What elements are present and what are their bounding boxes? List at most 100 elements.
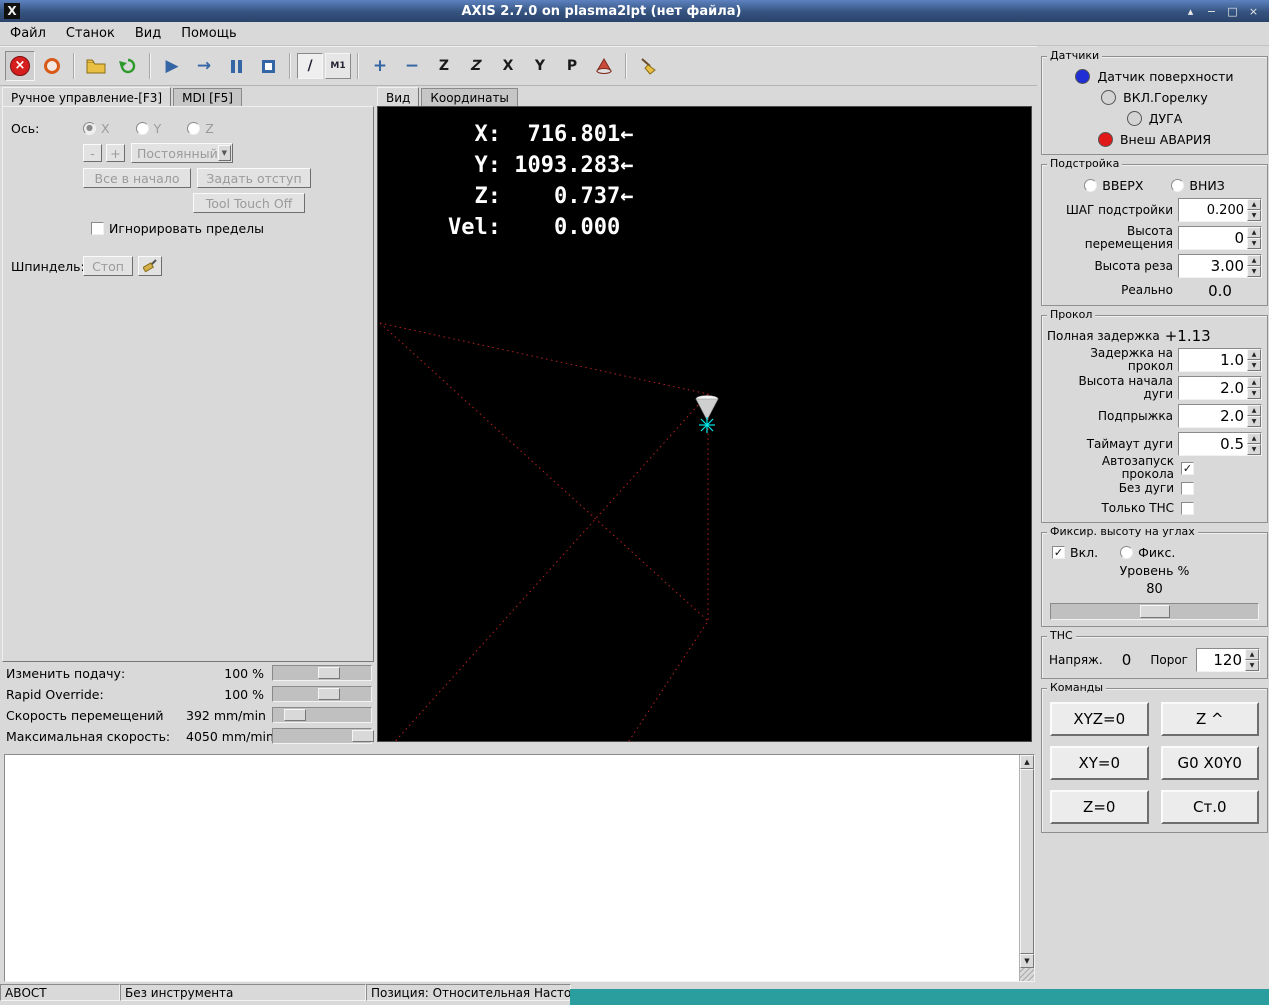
menu-view[interactable]: Вид [135,26,161,41]
axis-y-radio[interactable] [135,121,149,135]
slider-handle[interactable] [317,667,340,679]
menu-file[interactable]: Файл [10,26,46,41]
slider-handle[interactable] [283,709,306,721]
stop-button[interactable] [253,51,283,81]
touch-off-button[interactable]: Задать отступ [197,168,311,188]
view-perspective-button[interactable]: P [557,51,587,81]
auto-pierce-checkbox[interactable]: ✓ [1181,461,1194,475]
spin-down-icon[interactable]: ▼ [1247,360,1261,371]
feed-override-slider[interactable] [272,665,372,681]
estop-button[interactable]: × [5,51,35,81]
spin-down-icon[interactable]: ▼ [1245,660,1259,671]
spin-up-icon[interactable]: ▲ [1245,649,1259,660]
spin-up-icon[interactable]: ▲ [1247,433,1261,444]
arc-timeout-spinbox[interactable]: 0.5 ▲ ▼ [1178,432,1262,456]
slider-handle[interactable] [1139,605,1170,618]
menu-machine[interactable]: Станок [66,26,115,41]
xy-zero-button[interactable]: XY=0 [1050,746,1149,780]
jog-minus-button[interactable]: - [83,144,102,162]
tab-dro[interactable]: Координаты [421,88,518,106]
top-view-icon: Z [438,58,450,74]
rotate-view-button[interactable] [589,51,619,81]
corner-level-slider[interactable] [1050,603,1259,620]
spin-up-icon[interactable]: ▲ [1247,377,1261,388]
tool-touch-off-button[interactable]: Tool Touch Off [193,193,305,213]
slider-handle[interactable] [352,730,375,742]
max-velocity-slider[interactable] [272,728,375,744]
spin-down-icon[interactable]: ▼ [1247,416,1261,427]
z-zero-button[interactable]: Z=0 [1050,790,1149,824]
run-step-button[interactable]: → [189,51,219,81]
view-side-button[interactable]: X [493,51,523,81]
z-up-button[interactable]: Z ^ [1160,702,1259,736]
adjust-down-radio[interactable] [1171,178,1185,192]
tab-preview[interactable]: Вид [377,87,420,106]
station-zero-button[interactable]: Ст.0 [1160,790,1259,824]
spin-up-icon[interactable]: ▲ [1247,255,1261,266]
travel-height-spinbox[interactable]: 0 ▲ ▼ [1178,226,1262,250]
open-file-button[interactable] [81,51,111,81]
jog-plus-button[interactable]: + [106,144,125,162]
spindle-brush-button[interactable] [138,256,162,276]
clear-plot-button[interactable] [633,51,663,81]
rapid-override-slider[interactable] [272,686,372,702]
spin-down-icon[interactable]: ▼ [1247,238,1261,249]
scroll-down-icon[interactable]: ▼ [1020,954,1034,968]
xyz-zero-button[interactable]: XYZ=0 [1050,702,1149,736]
jump-height-spinbox[interactable]: 2.0 ▲ ▼ [1178,404,1262,428]
spin-up-icon[interactable]: ▲ [1247,199,1261,210]
menu-help[interactable]: Помощь [181,26,236,41]
corner-enable-checkbox[interactable]: ✓ [1052,546,1065,559]
spin-up-icon[interactable]: ▲ [1247,227,1261,238]
reload-file-button[interactable] [113,51,143,81]
titlebar[interactable]: X AXIS 2.7.0 on plasma2lpt (нет файла) ▴… [0,0,1269,22]
cut-height-spinbox[interactable]: 3.00 ▲ ▼ [1178,254,1262,278]
view-front-button[interactable]: Y [525,51,555,81]
arc-start-height-spinbox[interactable]: 2.0 ▲ ▼ [1178,376,1262,400]
skip-lines-toggle[interactable]: / [297,53,323,79]
zoom-out-button[interactable]: − [397,51,427,81]
spin-up-icon[interactable]: ▲ [1247,405,1261,416]
home-all-button[interactable]: Все в начало [83,168,191,188]
run-button[interactable]: ▶ [157,51,187,81]
thc-only-checkbox[interactable] [1181,501,1194,515]
g0-x0y0-button[interactable]: G0 X0Y0 [1160,746,1259,780]
view-top-button[interactable]: Z [429,51,459,81]
resize-grip-icon[interactable] [1020,968,1034,981]
no-arc-checkbox[interactable] [1181,481,1194,495]
corner-fix-radio[interactable] [1120,546,1134,559]
ignore-limits-checkbox[interactable] [91,221,104,235]
scrollbar-thumb[interactable] [1020,769,1034,954]
view-rotated-top-button[interactable]: Z [461,51,491,81]
spin-down-icon[interactable]: ▼ [1247,210,1261,221]
optional-stop-toggle[interactable]: M1 [325,53,351,79]
spindle-stop-button[interactable]: Стоп [83,256,133,276]
message-history[interactable]: ▲ ▼ [4,754,1035,982]
jog-mode-dropdown[interactable]: Постоянный ▼ [131,143,233,163]
pierce-delay-spinbox[interactable]: 1.0 ▲ ▼ [1178,348,1262,372]
shade-button[interactable]: ▴ [1183,4,1198,18]
scroll-up-icon[interactable]: ▲ [1020,755,1034,769]
spin-down-icon[interactable]: ▼ [1247,266,1261,277]
adjust-up-radio[interactable] [1084,178,1098,192]
axis-x-radio[interactable]: ● [83,121,96,135]
spin-down-icon[interactable]: ▼ [1247,388,1261,399]
maximize-button[interactable]: □ [1225,4,1240,18]
axis-z-radio[interactable] [187,121,201,135]
preview-canvas[interactable]: X: 716.801← Y: 1093.283← Z: 0.737← Vel: … [377,106,1032,742]
jog-speed-slider[interactable] [272,707,372,723]
spin-down-icon[interactable]: ▼ [1247,444,1261,455]
history-scrollbar[interactable]: ▲ ▼ [1019,755,1034,981]
spin-up-icon[interactable]: ▲ [1247,349,1261,360]
front-view-icon: Y [534,58,546,74]
close-button[interactable]: × [1246,4,1261,18]
tab-mdi[interactable]: MDI [F5] [173,88,242,106]
zoom-in-button[interactable]: + [365,51,395,81]
tab-manual-control[interactable]: Ручное управление-[F3] [2,87,172,106]
minimize-button[interactable]: − [1204,4,1219,18]
machine-power-button[interactable] [37,51,67,81]
threshold-spinbox[interactable]: 120 ▲ ▼ [1196,648,1260,672]
slider-handle[interactable] [317,688,340,700]
adjust-step-spinbox[interactable]: 0.200 ▲ ▼ [1178,198,1262,222]
pause-button[interactable] [221,51,251,81]
